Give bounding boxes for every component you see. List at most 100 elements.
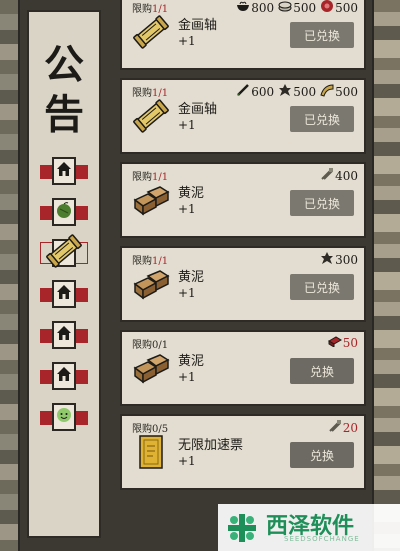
flower-icon [320,0,334,16]
cost: 500 [278,0,316,15]
exchange-button[interactable]: 兑换 [290,442,354,468]
house-icon [55,160,73,182]
cost-value: 600 [251,84,275,99]
exchange-item: 限购1/1 300 黄泥 +1 已兑换 [120,246,366,322]
bowl-icon [236,0,250,15]
cost: 50 [327,335,358,350]
tab-icon-frame [52,362,76,390]
exchange-item: 限购0/5 20 无限加速票 +1 兑换 [120,414,366,490]
melon-icon [55,201,73,223]
cost-list: 300 [320,251,358,268]
cost: 600 [236,83,274,100]
item-quantity: +1 [178,118,196,132]
page-title: 告 [44,91,84,138]
purchase-limit: 限购1/1 [132,168,168,183]
cost-list: 50 [327,335,358,350]
cost: 300 [320,251,358,268]
cost-value: 50 [342,335,358,350]
cost-list: 400 [320,167,358,184]
item-name: 黄泥 [178,354,205,369]
item-name: 金画轴 [178,102,218,117]
tab-icon-frame [52,280,76,308]
sidebar-tab-1[interactable] [40,157,88,187]
tab-icon-frame [52,157,76,185]
clay-icon [132,266,170,302]
watermark-subtext: SEEDSOFCHANGE [284,535,360,543]
tab-icon-frame [46,234,82,268]
coin-icon [278,0,292,15]
cost-value: 500 [335,0,358,15]
cost-value: 500 [335,84,358,99]
sidebar-tab-4[interactable] [40,280,88,310]
exchange-item: 限购1/1 800 500 500 金画轴 +1 已兑换 [120,0,366,70]
item-quantity: +1 [178,34,196,48]
item-name: 黄泥 [178,270,205,285]
cost: 20 [328,419,358,436]
smile-icon [55,406,73,428]
page-title: 公 [44,41,84,88]
item-quantity: +1 [178,370,196,384]
cost-value: 800 [251,0,275,15]
purchase-limit: 限购1/1 [132,252,168,267]
exchanged-button[interactable]: 已兑换 [290,22,354,48]
leaf-icon [320,251,334,268]
brick-icon [327,335,342,350]
exchange-button[interactable]: 兑换 [290,358,354,384]
tools-icon [320,167,334,184]
exchange-item: 限购0/1 50 黄泥 +1 兑换 [120,330,366,406]
cost-value: 500 [293,0,317,15]
cost-list: 20 [328,419,358,436]
exchange-item: 限购1/1 600 500 500 金画轴 +1 已兑换 [120,78,366,154]
ticket-icon [132,434,170,470]
sidebar-tab-2[interactable] [40,198,88,228]
cost-value: 500 [293,84,317,99]
sidebar-tab-7[interactable] [40,403,88,433]
exchanged-button[interactable]: 已兑换 [290,190,354,216]
scroll-icon [132,14,170,50]
scroll-icon [132,98,170,134]
exchange-list[interactable]: 限购1/1 800 500 500 金画轴 +1 已兑换 限购1/1 600 500 500 金画轴 +… [110,0,368,551]
clay-icon [132,182,170,218]
purchase-limit: 限购0/5 [132,420,168,435]
tools-icon [328,419,342,436]
item-quantity: +1 [178,286,196,300]
watermark: 西泽软件 SEEDSOFCHANGE [218,504,400,551]
purchase-limit: 限购1/1 [132,84,168,99]
cost: 500 [320,0,358,16]
leaf-icon [278,83,292,100]
scroll-icon [45,233,83,273]
sidebar-tab-5[interactable] [40,321,88,351]
purchase-limit: 限购0/1 [132,336,168,351]
cost-list: 600 500 500 [236,83,358,100]
house-icon [55,283,73,305]
sidebar-tab-6[interactable] [40,362,88,392]
background-right [368,0,400,551]
exchanged-button[interactable]: 已兑换 [290,106,354,132]
cost: 800 [236,0,274,15]
house-icon [55,365,73,387]
clay-icon [132,350,170,386]
item-name: 金画轴 [178,18,218,33]
house-icon [55,324,73,346]
seed-logo-icon [228,514,256,542]
purchase-limit: 限购1/1 [132,0,168,15]
tab-icon-frame [52,198,76,226]
cost: 500 [320,83,358,100]
exchange-item: 限购1/1 400 黄泥 +1 已兑换 [120,162,366,238]
brush-icon [236,83,250,100]
exchanged-button[interactable]: 已兑换 [290,274,354,300]
sidebar-tab-3[interactable] [40,234,88,269]
item-quantity: +1 [178,202,196,216]
cost: 400 [320,167,358,184]
cost-value: 300 [335,252,358,267]
item-name: 黄泥 [178,186,205,201]
horn-icon [320,83,334,100]
cost-value: 20 [342,420,358,435]
sidebar: 公 告 [27,10,101,538]
item-quantity: +1 [178,454,196,468]
tab-icon-frame [52,403,76,431]
cost-list: 800 500 500 [236,0,358,16]
tab-icon-frame [52,321,76,349]
cost: 500 [278,83,316,100]
cost-value: 400 [335,168,358,183]
